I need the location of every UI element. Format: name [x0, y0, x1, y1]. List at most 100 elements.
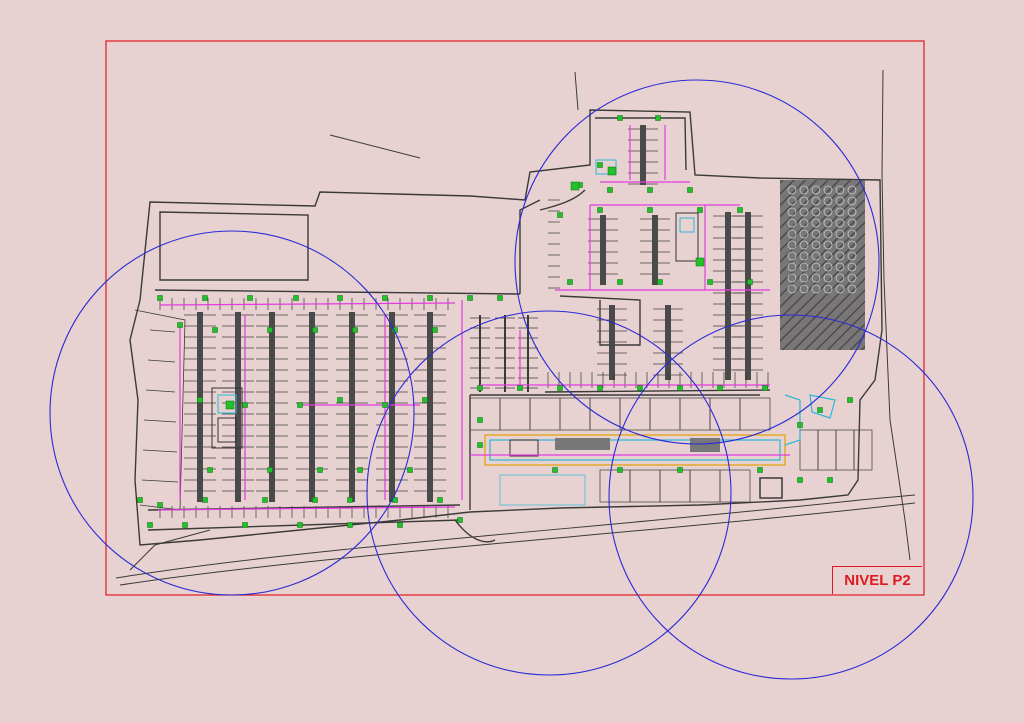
- device-marker: [347, 497, 353, 503]
- device-marker: [297, 402, 303, 408]
- device-marker: [797, 422, 803, 428]
- device-marker: [337, 397, 343, 403]
- device-marker: [312, 497, 318, 503]
- device-marker: [397, 522, 403, 528]
- parking-bays-center: [470, 315, 538, 392]
- shop-unit: [649, 397, 681, 431]
- device-marker: [657, 279, 663, 285]
- device-marker: [467, 295, 473, 301]
- left-wing: [134, 309, 186, 511]
- floor-plan-drawing: NIVEL P2: [0, 0, 1024, 723]
- cable-route: [159, 302, 456, 306]
- device-marker: [570, 181, 580, 191]
- device-marker: [202, 295, 208, 301]
- parking-island: [665, 305, 671, 380]
- device-marker: [707, 279, 713, 285]
- device-marker: [597, 385, 603, 391]
- parking-island: [745, 212, 751, 380]
- device-marker: [357, 467, 363, 473]
- magenta-routes: [157, 125, 790, 511]
- parking-island: [427, 312, 433, 502]
- parking-bays-north-east: [547, 125, 769, 388]
- device-marker: [617, 467, 623, 473]
- hatched-area: [780, 180, 865, 350]
- shop-unit: [499, 397, 531, 431]
- device-marker: [637, 385, 643, 391]
- parking-island: [725, 212, 731, 380]
- device-marker: [347, 522, 353, 528]
- device-marker: [437, 497, 443, 503]
- device-marker: [432, 327, 438, 333]
- parking-island: [197, 312, 203, 502]
- parking-island: [269, 312, 275, 502]
- device-marker: [477, 417, 483, 423]
- device-marker: [757, 467, 763, 473]
- shop-unit: [739, 397, 771, 431]
- device-marker: [202, 497, 208, 503]
- shop-unit: [835, 429, 855, 471]
- parking-island: [349, 312, 355, 502]
- device-marker: [497, 295, 503, 301]
- device-marker: [717, 385, 723, 391]
- shop-unit: [469, 397, 501, 431]
- device-marker: [567, 279, 573, 285]
- device-marker: [477, 385, 483, 391]
- coverage-circle-south-east: [608, 314, 974, 680]
- shop-unit: [559, 397, 591, 431]
- device-marker: [607, 187, 613, 193]
- device-marker: [557, 212, 563, 218]
- shop-unit: [629, 469, 661, 503]
- shop-unit: [679, 397, 711, 431]
- shop-unit: [853, 429, 873, 471]
- device-marker: [267, 467, 273, 473]
- device-marker: [207, 467, 213, 473]
- device-marker: [557, 385, 563, 391]
- device-marker: [607, 166, 617, 176]
- device-marker: [382, 295, 388, 301]
- device-marker: [655, 115, 661, 121]
- device-marker: [737, 207, 743, 213]
- device-marker: [197, 397, 203, 403]
- floor-plan-svg: [49, 40, 974, 680]
- device-marker: [677, 467, 683, 473]
- device-marker: [695, 257, 705, 267]
- device-marker: [147, 522, 153, 528]
- parking-island: [609, 305, 615, 380]
- device-marker: [407, 467, 413, 473]
- device-marker: [262, 497, 268, 503]
- shop-unit: [689, 469, 721, 503]
- parking-bays-west: [159, 298, 449, 518]
- shop-unit: [817, 429, 837, 471]
- parking-island: [309, 312, 315, 502]
- parking-island: [652, 215, 658, 285]
- device-marker: [647, 187, 653, 193]
- device-marker: [312, 327, 318, 333]
- parking-island: [389, 312, 395, 502]
- device-marker: [747, 279, 753, 285]
- level-label: NIVEL P2: [832, 566, 922, 594]
- shop-unit: [799, 429, 819, 471]
- device-marker: [182, 522, 188, 528]
- device-marker: [817, 407, 823, 413]
- device-marker: [477, 442, 483, 448]
- device-marker: [157, 502, 163, 508]
- device-marker: [597, 207, 603, 213]
- device-marker: [457, 517, 463, 523]
- coverage-circle-south-center: [366, 310, 732, 676]
- device-marker: [225, 400, 235, 410]
- device-marker: [157, 295, 163, 301]
- parking-island: [600, 215, 606, 285]
- shop-unit: [709, 397, 741, 431]
- device-marker: [617, 279, 623, 285]
- device-marker: [242, 522, 248, 528]
- device-marker: [177, 322, 183, 328]
- device-marker: [797, 477, 803, 483]
- device-marker: [422, 397, 428, 403]
- device-marker: [597, 162, 603, 168]
- device-marker: [697, 207, 703, 213]
- units-south: [469, 397, 873, 506]
- device-marker: [552, 467, 558, 473]
- service-room: [759, 477, 783, 499]
- device-marker: [317, 467, 323, 473]
- device-marker: [382, 402, 388, 408]
